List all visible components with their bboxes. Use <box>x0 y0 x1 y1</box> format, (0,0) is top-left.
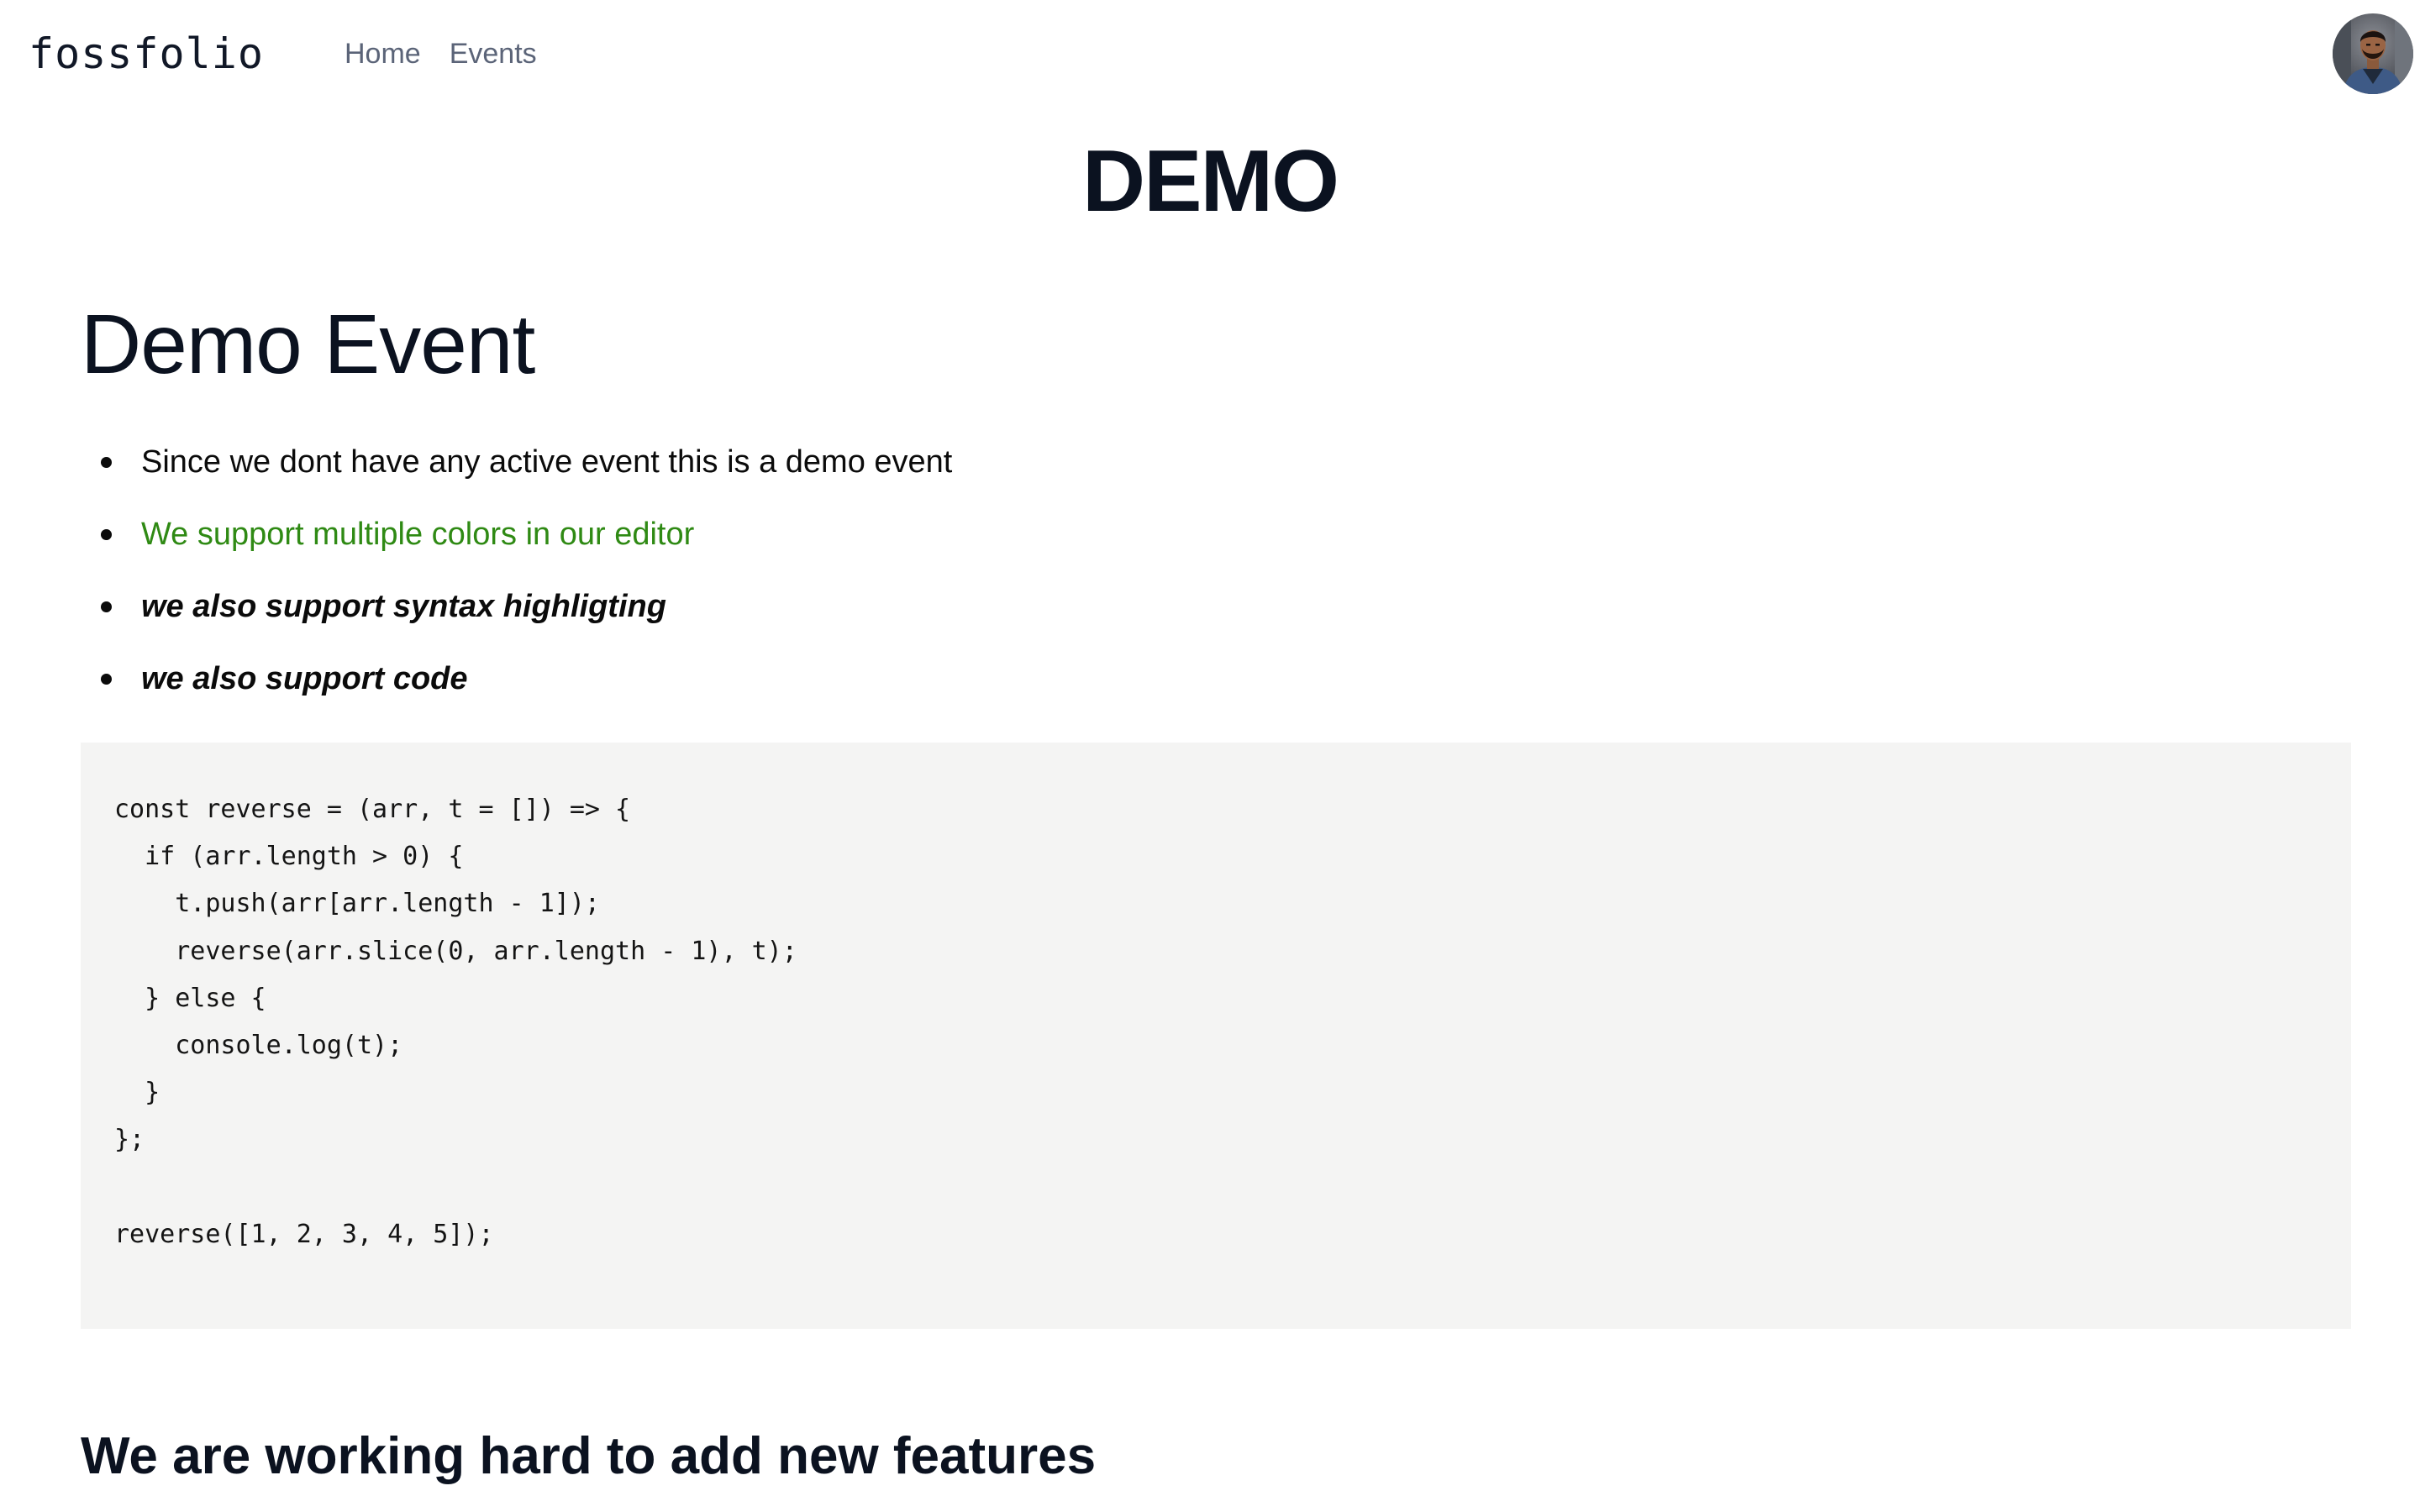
list-item-text: we also support code <box>141 661 468 696</box>
feature-list: Since we dont have any active event this… <box>81 437 2349 726</box>
list-item-text: we also support syntax highligting <box>141 589 666 624</box>
list-item: We support multiple colors in our editor <box>81 509 2349 581</box>
code-line: reverse(arr.slice(0, arr.length - 1), t)… <box>114 936 797 966</box>
section-heading: We are working hard to add new features <box>81 1427 1097 1485</box>
code-line: } <box>114 1078 160 1108</box>
bullet-icon <box>101 529 112 540</box>
list-item: we also support code <box>81 654 2349 726</box>
nav-link-events[interactable]: Events <box>450 34 537 74</box>
main-nav: Home Events <box>345 34 537 74</box>
top-header: fossfolio Home Events <box>0 0 2420 108</box>
bullet-icon <box>101 674 112 685</box>
code-line: if (arr.length > 0) { <box>114 842 464 872</box>
bullet-icon <box>101 601 112 612</box>
list-item: we also support syntax highligting <box>81 581 2349 654</box>
site-logo[interactable]: fossfolio <box>29 25 264 82</box>
page-title: DEMO <box>1082 133 1339 230</box>
list-item-text: We support multiple colors in our editor <box>141 517 695 552</box>
code-block[interactable]: const reverse = (arr, t = []) => { if (a… <box>81 743 2351 1329</box>
code-line: const reverse = (arr, t = []) => { <box>114 795 631 824</box>
list-item-text: Since we dont have any active event this… <box>141 444 953 480</box>
event-title: Demo Event <box>81 297 535 391</box>
bullet-icon <box>101 457 112 468</box>
nav-link-home[interactable]: Home <box>345 34 421 74</box>
code-line: } else { <box>114 983 266 1013</box>
user-avatar[interactable] <box>2333 13 2413 94</box>
list-item: Since we dont have any active event this… <box>81 437 2349 509</box>
code-line: console.log(t); <box>114 1030 403 1060</box>
code-line: }; <box>114 1125 145 1155</box>
code-line: t.push(arr[arr.length - 1]); <box>114 889 600 919</box>
code-line: reverse([1, 2, 3, 4, 5]); <box>114 1219 494 1249</box>
avatar-photo-icon <box>2333 13 2413 94</box>
